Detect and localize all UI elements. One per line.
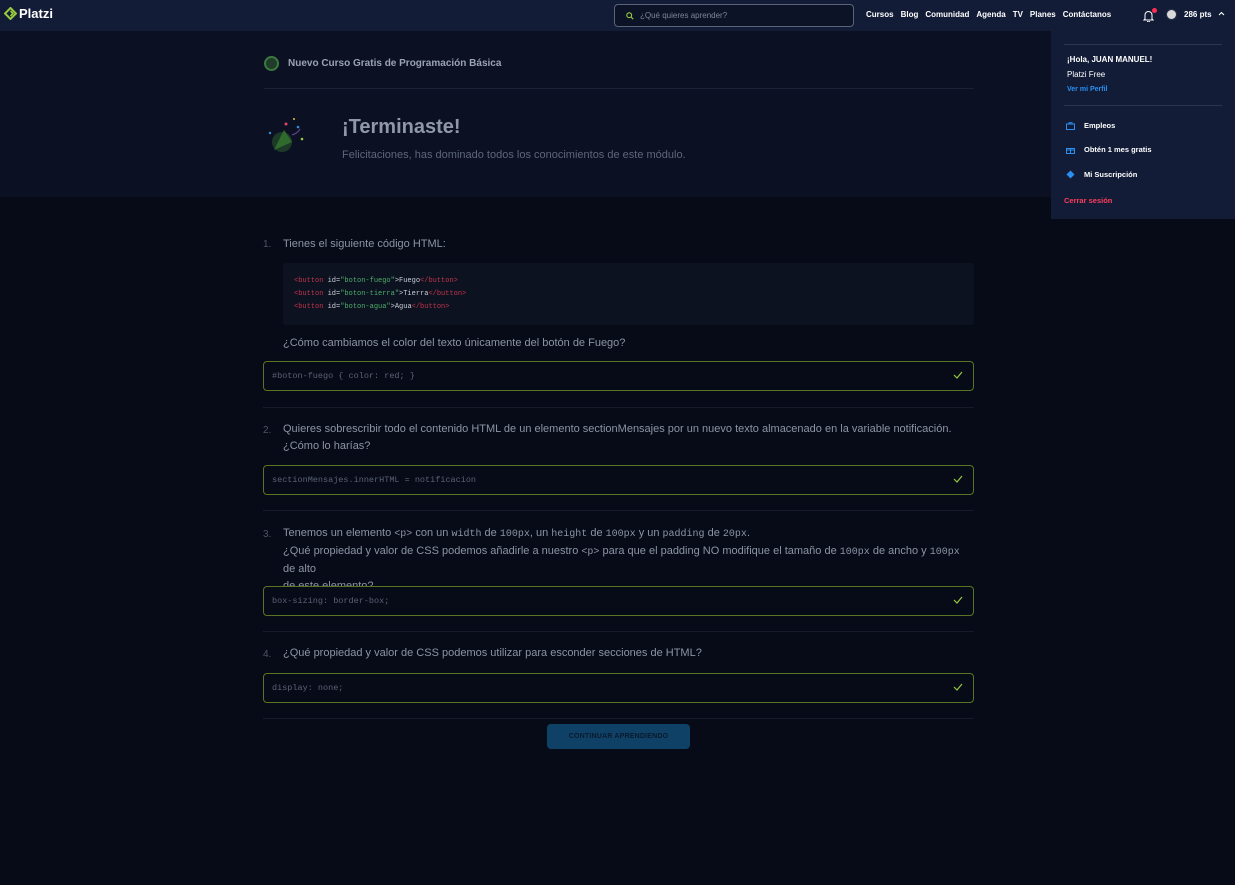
nav-link-agenda[interactable]: Agenda xyxy=(976,10,1005,19)
platzi-logo[interactable]: Platzi xyxy=(4,6,53,21)
divider xyxy=(1064,105,1222,106)
course-badge-icon xyxy=(264,56,279,71)
question-line: ¿Qué propiedad y valor de CSS podemos añ… xyxy=(283,545,960,575)
check-icon xyxy=(953,371,963,379)
answer-option[interactable]: #boton-fuego { color: red; } xyxy=(263,361,974,391)
search-input[interactable] xyxy=(640,11,830,20)
platzi-logo-icon xyxy=(4,7,17,20)
question-text: Tenemos un elemento <p> con un width de … xyxy=(283,525,973,595)
user-plan: Platzi Free xyxy=(1067,70,1106,79)
divider xyxy=(263,718,974,719)
user-menu-dropdown: ¡Hola, JUAN MANUEL! Platzi Free Ver mi P… xyxy=(1051,31,1235,219)
menu-item-subscription[interactable]: Mi Suscripción xyxy=(1066,170,1137,179)
answer-text: box-sizing: border-box; xyxy=(272,596,390,606)
divider xyxy=(263,631,974,632)
question-number: 1. xyxy=(263,239,272,250)
check-icon xyxy=(953,596,963,604)
menu-item-free-month[interactable]: Obtén 1 mes gratis xyxy=(1066,145,1152,154)
divider xyxy=(264,88,974,89)
gift-icon xyxy=(1066,147,1075,154)
question-line: Tenemos un elemento <p> con un width de … xyxy=(283,527,750,540)
question-line: ¿Cómo lo harías? xyxy=(283,440,371,452)
view-profile-link[interactable]: Ver mi Perfil xyxy=(1067,86,1107,93)
code-block: <button id="boton-fuego">Fuego</button> … xyxy=(283,263,974,325)
top-navbar: Platzi Cursos Blog Comunidad Agenda TV P… xyxy=(0,0,1235,31)
question-text: ¿Qué propiedad y valor de CSS podemos ut… xyxy=(283,647,702,659)
completion-subtitle: Felicitaciones, has dominado todos los c… xyxy=(342,149,686,161)
course-title-row: Nuevo Curso Gratis de Programación Básic… xyxy=(264,56,501,71)
code-line: <button id="boton-agua">Agua</button> xyxy=(294,303,450,311)
answer-option[interactable]: display: none; xyxy=(263,673,974,703)
menu-item-empleos[interactable]: Empleos xyxy=(1066,121,1115,130)
menu-item-label: Empleos xyxy=(1084,121,1116,130)
question-intro: Tienes el siguiente código HTML: xyxy=(283,238,446,250)
code-line: <button id="boton-tierra">Tierra</button… xyxy=(294,290,467,298)
avatar[interactable] xyxy=(1166,9,1177,20)
answer-option[interactable]: sectionMensajes.innerHTML = notificacion xyxy=(263,465,974,495)
diamond-icon xyxy=(1066,170,1075,179)
completion-title: ¡Terminaste! xyxy=(342,116,461,138)
question-number: 3. xyxy=(263,529,272,540)
notification-dot xyxy=(1152,8,1157,13)
user-greeting: ¡Hola, JUAN MANUEL! xyxy=(1067,55,1153,64)
question-number: 4. xyxy=(263,649,272,660)
code-line: <button id="boton-fuego">Fuego</button> xyxy=(294,277,458,285)
notifications-button[interactable] xyxy=(1142,8,1157,27)
nav-link-comunidad[interactable]: Comunidad xyxy=(925,10,969,19)
nav-link-planes[interactable]: Planes xyxy=(1030,10,1056,19)
briefcase-icon xyxy=(1066,121,1075,130)
nav-link-cursos[interactable]: Cursos xyxy=(866,10,894,19)
nav-link-blog[interactable]: Blog xyxy=(901,10,919,19)
nav-link-tv[interactable]: TV xyxy=(1013,10,1023,19)
course-title: Nuevo Curso Gratis de Programación Básic… xyxy=(288,58,502,69)
question-text: Quieres sobrescribir todo el contenido H… xyxy=(283,421,973,455)
check-icon xyxy=(953,683,963,691)
question-text: ¿Cómo cambiamos el color del texto única… xyxy=(283,337,626,349)
check-icon xyxy=(953,475,963,483)
divider xyxy=(263,407,974,408)
party-popper-icon xyxy=(268,118,304,152)
nav-links: Cursos Blog Comunidad Agenda TV Planes C… xyxy=(866,10,1111,19)
nav-link-contactanos[interactable]: Contáctanos xyxy=(1063,10,1111,19)
logout-button[interactable]: Cerrar sesión xyxy=(1064,196,1112,205)
answer-text: #boton-fuego { color: red; } xyxy=(272,371,415,381)
question-number: 2. xyxy=(263,425,272,436)
logo-text: Platzi xyxy=(19,6,53,21)
question-line: Quieres sobrescribir todo el contenido H… xyxy=(283,423,952,435)
continue-learning-button[interactable]: CONTINUAR APRENDIENDO xyxy=(547,724,690,749)
menu-item-label: Mi Suscripción xyxy=(1084,170,1138,179)
answer-text: display: none; xyxy=(272,683,344,693)
chevron-up-icon[interactable] xyxy=(1218,11,1225,16)
search-box[interactable] xyxy=(614,4,854,27)
answer-option[interactable]: box-sizing: border-box; xyxy=(263,586,974,616)
completion-header xyxy=(0,31,1235,197)
menu-item-label: Obtén 1 mes gratis xyxy=(1084,145,1152,154)
points-counter: 286 pts xyxy=(1184,10,1212,19)
divider xyxy=(1064,44,1222,45)
search-icon xyxy=(626,11,634,20)
divider xyxy=(263,510,974,511)
answer-text: sectionMensajes.innerHTML = notificacion xyxy=(272,475,477,485)
